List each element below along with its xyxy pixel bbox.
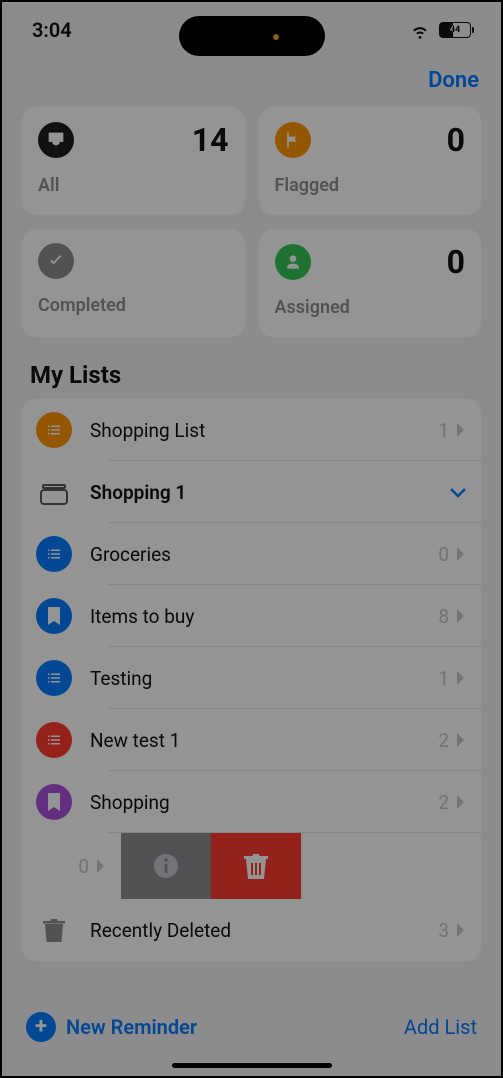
list-row-recently-deleted[interactable]: Recently Deleted 3 xyxy=(22,899,481,961)
card-completed-label: Completed xyxy=(38,295,229,316)
list-row[interactable]: New test 1 2 xyxy=(22,709,481,771)
card-flagged-label: Flagged xyxy=(275,175,466,196)
chevron-down-icon[interactable] xyxy=(449,486,467,498)
swipe-delete-button[interactable] xyxy=(211,833,301,899)
trash-icon xyxy=(36,912,72,948)
list-row-folder[interactable]: Shopping 1 xyxy=(22,461,481,523)
list-count: 8 xyxy=(438,605,449,628)
list-name: Groceries xyxy=(90,543,438,566)
dynamic-island xyxy=(179,16,325,56)
list-count: 2 xyxy=(438,729,449,752)
card-assigned[interactable]: 0 Assigned xyxy=(259,229,482,337)
list-name: Shopping 1 xyxy=(90,481,449,504)
checkmark-icon xyxy=(38,243,74,279)
header: Done xyxy=(2,58,501,107)
card-flagged-count: 0 xyxy=(447,121,465,159)
chevron-right-icon xyxy=(455,921,467,939)
list-count: 0 xyxy=(438,543,449,566)
flag-icon xyxy=(275,122,311,158)
plus-circle-icon: + xyxy=(26,1012,56,1042)
list-count: 3 xyxy=(438,919,449,942)
chevron-right-icon xyxy=(455,421,467,439)
chevron-right-icon xyxy=(95,857,107,875)
card-completed[interactable]: Completed xyxy=(22,229,245,337)
list-row[interactable]: Items to buy 8 xyxy=(22,585,481,647)
list-name: Testing xyxy=(90,667,438,690)
list-row[interactable]: Shopping 2 xyxy=(22,771,481,833)
chevron-right-icon xyxy=(455,669,467,687)
list-count: 1 xyxy=(438,419,449,442)
chevron-right-icon xyxy=(455,607,467,625)
bookmark-icon xyxy=(36,598,72,634)
card-flagged[interactable]: 0 Flagged xyxy=(259,107,482,215)
new-reminder-label: New Reminder xyxy=(66,1015,197,1039)
card-all[interactable]: 14 All xyxy=(22,107,245,215)
list-count: 0 xyxy=(78,855,89,878)
swipe-info-button[interactable] xyxy=(121,833,211,899)
list-icon xyxy=(36,660,72,696)
bookmark-icon xyxy=(36,784,72,820)
list-icon xyxy=(36,722,72,758)
card-assigned-label: Assigned xyxy=(275,297,466,318)
status-bar: 3:04 44 xyxy=(2,2,501,58)
list-count: 2 xyxy=(438,791,449,814)
list-name: Items to buy xyxy=(90,605,438,628)
list-row-swiped[interactable]: 0 xyxy=(22,833,481,899)
done-button[interactable]: Done xyxy=(428,68,479,93)
list-name: Shopping xyxy=(90,791,438,814)
home-indicator[interactable] xyxy=(172,1063,332,1068)
list-name: Shopping List xyxy=(90,419,438,442)
list-name: Recently Deleted xyxy=(90,919,438,942)
list-row[interactable]: Groceries 0 xyxy=(22,523,481,585)
info-icon xyxy=(152,852,180,880)
card-assigned-count: 0 xyxy=(447,243,465,281)
person-icon xyxy=(275,244,311,280)
smart-list-cards: 14 All 0 Flagged Completed xyxy=(2,107,501,337)
add-list-button[interactable]: Add List xyxy=(404,1015,477,1039)
list-count: 1 xyxy=(438,667,449,690)
inbox-tray-icon xyxy=(38,122,74,158)
chevron-right-icon xyxy=(455,731,467,749)
new-reminder-button[interactable]: + New Reminder xyxy=(26,1012,197,1042)
wifi-icon xyxy=(409,19,431,41)
list-row[interactable]: Testing 1 xyxy=(22,647,481,709)
my-lists-title: My Lists xyxy=(2,337,501,399)
chevron-right-icon xyxy=(455,793,467,811)
list-name: New test 1 xyxy=(90,729,438,752)
folder-icon xyxy=(36,474,72,510)
card-all-count: 14 xyxy=(192,121,229,159)
trash-icon xyxy=(243,851,269,881)
list-icon xyxy=(36,536,72,572)
list-icon xyxy=(36,412,72,448)
my-lists-container: Shopping List 1 Shopping 1 Groceries 0 xyxy=(22,399,481,961)
battery-icon: 44 xyxy=(439,22,471,38)
list-row[interactable]: Shopping List 1 xyxy=(22,399,481,461)
chevron-right-icon xyxy=(455,545,467,563)
card-all-label: All xyxy=(38,175,229,196)
status-time: 3:04 xyxy=(32,18,72,42)
